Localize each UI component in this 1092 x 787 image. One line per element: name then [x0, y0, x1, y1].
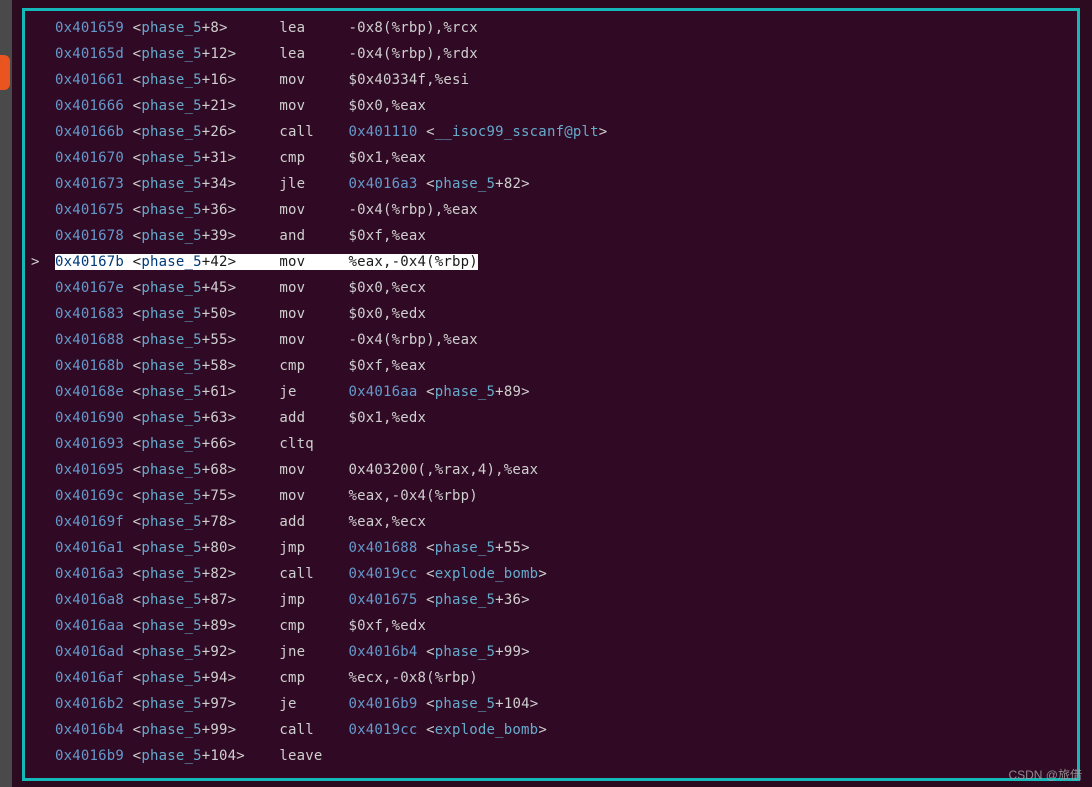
asm-line: 0x401693 <phase_5+66> cltq: [31, 431, 1071, 457]
asm-line-content: 0x40169c <phase_5+75> mov %eax,-0x4(%rbp…: [55, 488, 478, 504]
current-line-marker: [31, 743, 55, 769]
asm-line-content: 0x40167e <phase_5+45> mov $0x0,%ecx: [55, 280, 426, 296]
asm-line-content: 0x4016af <phase_5+94> cmp %ecx,-0x8(%rbp…: [55, 670, 478, 686]
asm-line-content: 0x401675 <phase_5+36> mov -0x4(%rbp),%ea…: [55, 202, 478, 218]
asm-line: 0x4016b4 <phase_5+99> call 0x4019cc <exp…: [31, 717, 1071, 743]
asm-line: 0x401666 <phase_5+21> mov $0x0,%eax: [31, 93, 1071, 119]
asm-line: 0x401690 <phase_5+63> add $0x1,%edx: [31, 405, 1071, 431]
current-line-marker: [31, 691, 55, 717]
current-line-marker: [31, 275, 55, 301]
asm-line: 0x401695 <phase_5+68> mov 0x403200(,%rax…: [31, 457, 1071, 483]
asm-line-content: 0x401688 <phase_5+55> mov -0x4(%rbp),%ea…: [55, 332, 478, 348]
asm-line-content: 0x401659 <phase_5+8> lea -0x8(%rbp),%rcx: [55, 20, 478, 36]
current-line-marker: [31, 613, 55, 639]
asm-line: 0x4016a1 <phase_5+80> jmp 0x401688 <phas…: [31, 535, 1071, 561]
current-line-marker: [31, 561, 55, 587]
asm-line-content: 0x4016b9 <phase_5+104> leave: [55, 748, 348, 764]
asm-line-content: 0x401695 <phase_5+68> mov 0x403200(,%rax…: [55, 462, 538, 478]
current-line-marker: [31, 431, 55, 457]
asm-line: 0x40169f <phase_5+78> add %eax,%ecx: [31, 509, 1071, 535]
current-line-marker: [31, 197, 55, 223]
asm-line-content: 0x401678 <phase_5+39> and $0xf,%eax: [55, 228, 426, 244]
asm-line-content: 0x4016b4 <phase_5+99> call 0x4019cc <exp…: [55, 722, 547, 738]
current-line-marker: [31, 665, 55, 691]
asm-line: 0x4016af <phase_5+94> cmp %ecx,-0x8(%rbp…: [31, 665, 1071, 691]
asm-line: > 0x40167b <phase_5+42> mov %eax,-0x4(%r…: [31, 249, 1071, 275]
current-line-marker: [31, 353, 55, 379]
current-line-marker: [31, 145, 55, 171]
asm-line-content: 0x401683 <phase_5+50> mov $0x0,%edx: [55, 306, 426, 322]
asm-line-content: 0x4016a1 <phase_5+80> jmp 0x401688 <phas…: [55, 540, 530, 556]
asm-line-content: 0x40168e <phase_5+61> je 0x4016aa <phase…: [55, 384, 530, 400]
asm-line-content: 0x401690 <phase_5+63> add $0x1,%edx: [55, 410, 426, 426]
current-line-marker: [31, 509, 55, 535]
current-line-marker: [31, 717, 55, 743]
asm-line-content: 0x40168b <phase_5+58> cmp $0xf,%eax: [55, 358, 426, 374]
current-line-marker: [31, 93, 55, 119]
asm-line: 0x40168e <phase_5+61> je 0x4016aa <phase…: [31, 379, 1071, 405]
current-line-marker: [31, 67, 55, 93]
asm-line: 0x4016a3 <phase_5+82> call 0x4019cc <exp…: [31, 561, 1071, 587]
asm-line: 0x40165d <phase_5+12> lea -0x4(%rbp),%rd…: [31, 41, 1071, 67]
asm-line: 0x401661 <phase_5+16> mov $0x40334f,%esi: [31, 67, 1071, 93]
asm-line: 0x40168b <phase_5+58> cmp $0xf,%eax: [31, 353, 1071, 379]
asm-line-content: 0x401666 <phase_5+21> mov $0x0,%eax: [55, 98, 426, 114]
current-line-marker: [31, 301, 55, 327]
watermark: CSDN @旅借: [1008, 766, 1082, 783]
asm-line-content: 0x401693 <phase_5+66> cltq: [55, 436, 348, 452]
asm-line-content: 0x4016ad <phase_5+92> jne 0x4016b4 <phas…: [55, 644, 530, 660]
asm-line: 0x40166b <phase_5+26> call 0x401110 <__i…: [31, 119, 1071, 145]
asm-line: 0x40167e <phase_5+45> mov $0x0,%ecx: [31, 275, 1071, 301]
asm-line: 0x4016aa <phase_5+89> cmp $0xf,%edx: [31, 613, 1071, 639]
asm-line-content: 0x4016b2 <phase_5+97> je 0x4016b9 <phase…: [55, 696, 538, 712]
asm-line: 0x401678 <phase_5+39> and $0xf,%eax: [31, 223, 1071, 249]
asm-line: 0x401673 <phase_5+34> jle 0x4016a3 <phas…: [31, 171, 1071, 197]
current-line-marker: [31, 457, 55, 483]
asm-line: 0x401670 <phase_5+31> cmp $0x1,%eax: [31, 145, 1071, 171]
asm-line-content: 0x40169f <phase_5+78> add %eax,%ecx: [55, 514, 426, 530]
dock-edge: [0, 0, 12, 787]
current-line-marker: [31, 171, 55, 197]
asm-line: 0x4016b9 <phase_5+104> leave: [31, 743, 1071, 769]
current-line-marker: >: [31, 249, 55, 275]
asm-line: 0x401688 <phase_5+55> mov -0x4(%rbp),%ea…: [31, 327, 1071, 353]
current-line-marker: [31, 15, 55, 41]
asm-line: 0x4016ad <phase_5+92> jne 0x4016b4 <phas…: [31, 639, 1071, 665]
asm-line-content: 0x4016a3 <phase_5+82> call 0x4019cc <exp…: [55, 566, 547, 582]
current-line-marker: [31, 223, 55, 249]
dock-indicator: [0, 55, 10, 90]
current-line-marker: [31, 587, 55, 613]
asm-line-content: 0x40166b <phase_5+26> call 0x401110 <__i…: [55, 124, 607, 140]
asm-line: 0x4016b2 <phase_5+97> je 0x4016b9 <phase…: [31, 691, 1071, 717]
asm-line: 0x40169c <phase_5+75> mov %eax,-0x4(%rbp…: [31, 483, 1071, 509]
asm-line-content: 0x401670 <phase_5+31> cmp $0x1,%eax: [55, 150, 426, 166]
asm-line-content: 0x4016a8 <phase_5+87> jmp 0x401675 <phas…: [55, 592, 530, 608]
current-line-marker: [31, 405, 55, 431]
current-line-marker: [31, 327, 55, 353]
current-line-marker: [31, 119, 55, 145]
current-line-marker: [31, 535, 55, 561]
current-line-marker: [31, 41, 55, 67]
asm-line: 0x401659 <phase_5+8> lea -0x8(%rbp),%rcx: [31, 15, 1071, 41]
asm-line-content: 0x40165d <phase_5+12> lea -0x4(%rbp),%rd…: [55, 46, 478, 62]
asm-line: 0x401675 <phase_5+36> mov -0x4(%rbp),%ea…: [31, 197, 1071, 223]
current-line-marker: [31, 483, 55, 509]
asm-line-content: 0x4016aa <phase_5+89> cmp $0xf,%edx: [55, 618, 426, 634]
asm-line: 0x401683 <phase_5+50> mov $0x0,%edx: [31, 301, 1071, 327]
disassembly-listing: 0x401659 <phase_5+8> lea -0x8(%rbp),%rcx…: [31, 15, 1071, 769]
asm-line-current: 0x40167b <phase_5+42> mov %eax,-0x4(%rbp…: [55, 254, 478, 270]
asm-line: 0x4016a8 <phase_5+87> jmp 0x401675 <phas…: [31, 587, 1071, 613]
terminal-window[interactable]: 0x401659 <phase_5+8> lea -0x8(%rbp),%rcx…: [22, 8, 1080, 781]
asm-line-content: 0x401673 <phase_5+34> jle 0x4016a3 <phas…: [55, 176, 530, 192]
current-line-marker: [31, 639, 55, 665]
current-line-marker: [31, 379, 55, 405]
asm-line-content: 0x401661 <phase_5+16> mov $0x40334f,%esi: [55, 72, 469, 88]
